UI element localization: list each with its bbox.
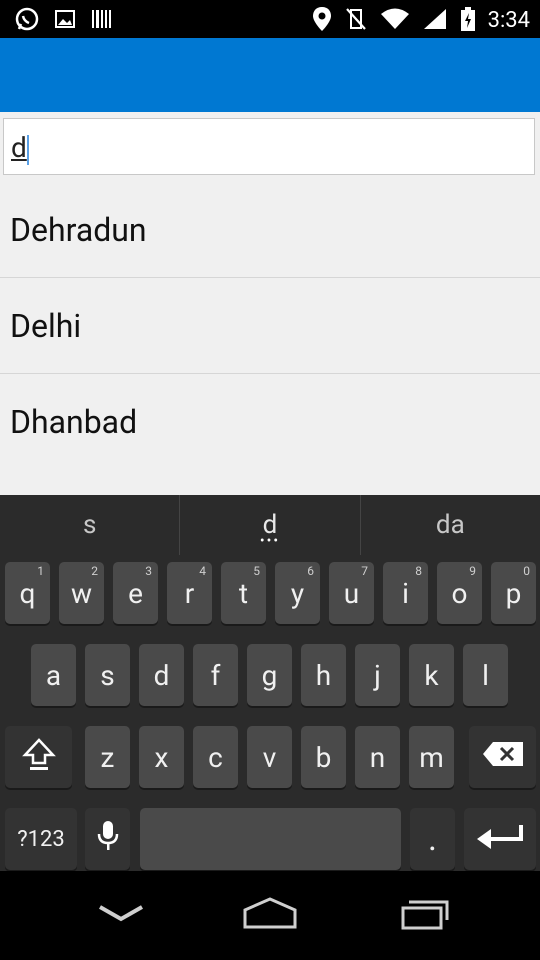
key-q-hint: 1 [37, 564, 44, 578]
key-y-label: y [290, 576, 305, 610]
home-icon [241, 896, 299, 934]
suggestion-strip: s d ••• da [0, 495, 540, 555]
key-y[interactable]: y6 [275, 562, 320, 624]
key-m[interactable]: m [409, 726, 454, 788]
key-u-hint: 7 [361, 564, 368, 578]
key-t-label: t [238, 576, 249, 610]
whatsapp-icon [14, 6, 40, 36]
symbols-key[interactable]: ?123 [5, 808, 77, 870]
chevron-down-icon [96, 901, 146, 929]
space-key[interactable] [140, 808, 401, 870]
backspace-key[interactable] [469, 726, 536, 788]
enter-icon [475, 821, 525, 858]
key-l[interactable]: l [463, 644, 508, 706]
suggestion-list: Dehradun Delhi Dhanbad [0, 182, 540, 470]
key-e-hint: 3 [145, 564, 152, 578]
shift-icon [21, 737, 56, 778]
suggestion-s[interactable]: s [0, 495, 179, 555]
vibrate-off-icon [344, 6, 368, 36]
location-icon [312, 6, 332, 36]
key-n[interactable]: n [355, 726, 400, 788]
text-caret [27, 135, 29, 165]
key-w-label: w [70, 576, 93, 610]
key-p-hint: 0 [523, 564, 530, 578]
key-u[interactable]: u7 [329, 562, 374, 624]
list-item-dhanbad[interactable]: Dhanbad [0, 374, 540, 470]
key-r-hint: 4 [199, 564, 206, 578]
key-y-hint: 6 [307, 564, 314, 578]
key-g[interactable]: g [247, 644, 292, 706]
key-a[interactable]: a [31, 644, 76, 706]
key-u-label: u [343, 576, 360, 610]
key-x[interactable]: x [139, 726, 184, 788]
period-key[interactable]: . [410, 808, 455, 870]
key-p[interactable]: p0 [491, 562, 536, 624]
key-e[interactable]: e3 [113, 562, 158, 624]
key-p-label: p [505, 576, 522, 610]
suggestion-d[interactable]: d ••• [179, 495, 359, 555]
key-t-hint: 5 [253, 564, 260, 578]
key-j[interactable]: j [355, 644, 400, 706]
back-button[interactable] [85, 893, 157, 937]
clock-time: 3:34 [487, 8, 530, 33]
key-s[interactable]: s [85, 644, 130, 706]
recent-apps-icon [391, 896, 449, 934]
suggestion-da[interactable]: da [359, 495, 540, 555]
key-d[interactable]: d [139, 644, 184, 706]
battery-icon [460, 6, 476, 36]
home-button[interactable] [234, 893, 306, 937]
barcode-icon [90, 8, 112, 34]
navigation-bar [0, 871, 540, 960]
key-t[interactable]: t5 [221, 562, 266, 624]
key-o[interactable]: o9 [437, 562, 482, 624]
backspace-icon [481, 740, 525, 775]
key-o-label: o [451, 576, 468, 610]
more-suggestions-icon: ••• [259, 533, 281, 549]
key-r[interactable]: r4 [167, 562, 212, 624]
recent-apps-button[interactable] [384, 893, 456, 937]
wifi-icon [380, 7, 410, 35]
key-f[interactable]: f [193, 644, 238, 706]
search-input[interactable]: d [3, 118, 535, 175]
search-input-value: d [11, 131, 27, 164]
key-o-hint: 9 [469, 564, 476, 578]
shift-key[interactable] [5, 726, 72, 788]
key-z[interactable]: z [85, 726, 130, 788]
content-area: d Dehradun Delhi Dhanbad [0, 112, 540, 495]
app-bar [0, 38, 540, 112]
microphone-icon [96, 819, 120, 860]
key-e-label: e [128, 576, 143, 610]
key-w-hint: 2 [91, 564, 98, 578]
key-q-label: q [19, 576, 36, 610]
key-r-label: r [184, 576, 195, 610]
voice-input-key[interactable] [85, 808, 130, 870]
signal-icon [422, 7, 448, 35]
status-bar: 3:34 [0, 0, 540, 38]
key-h[interactable]: h [301, 644, 346, 706]
key-q[interactable]: q1 [5, 562, 50, 624]
key-i-label: i [402, 576, 409, 610]
key-c[interactable]: c [193, 726, 238, 788]
key-b[interactable]: b [301, 726, 346, 788]
enter-key[interactable] [464, 808, 536, 870]
key-k[interactable]: k [409, 644, 454, 706]
key-i[interactable]: i8 [383, 562, 428, 624]
key-w[interactable]: w2 [59, 562, 104, 624]
key-v[interactable]: v [247, 726, 292, 788]
list-item-dehradun[interactable]: Dehradun [0, 182, 540, 278]
list-item-delhi[interactable]: Delhi [0, 278, 540, 374]
key-i-hint: 8 [415, 564, 422, 578]
soft-keyboard: s d ••• da q1 w2 e3 r4 t5 y6 u7 i8 o9 p0… [0, 495, 540, 871]
image-icon [54, 8, 76, 34]
